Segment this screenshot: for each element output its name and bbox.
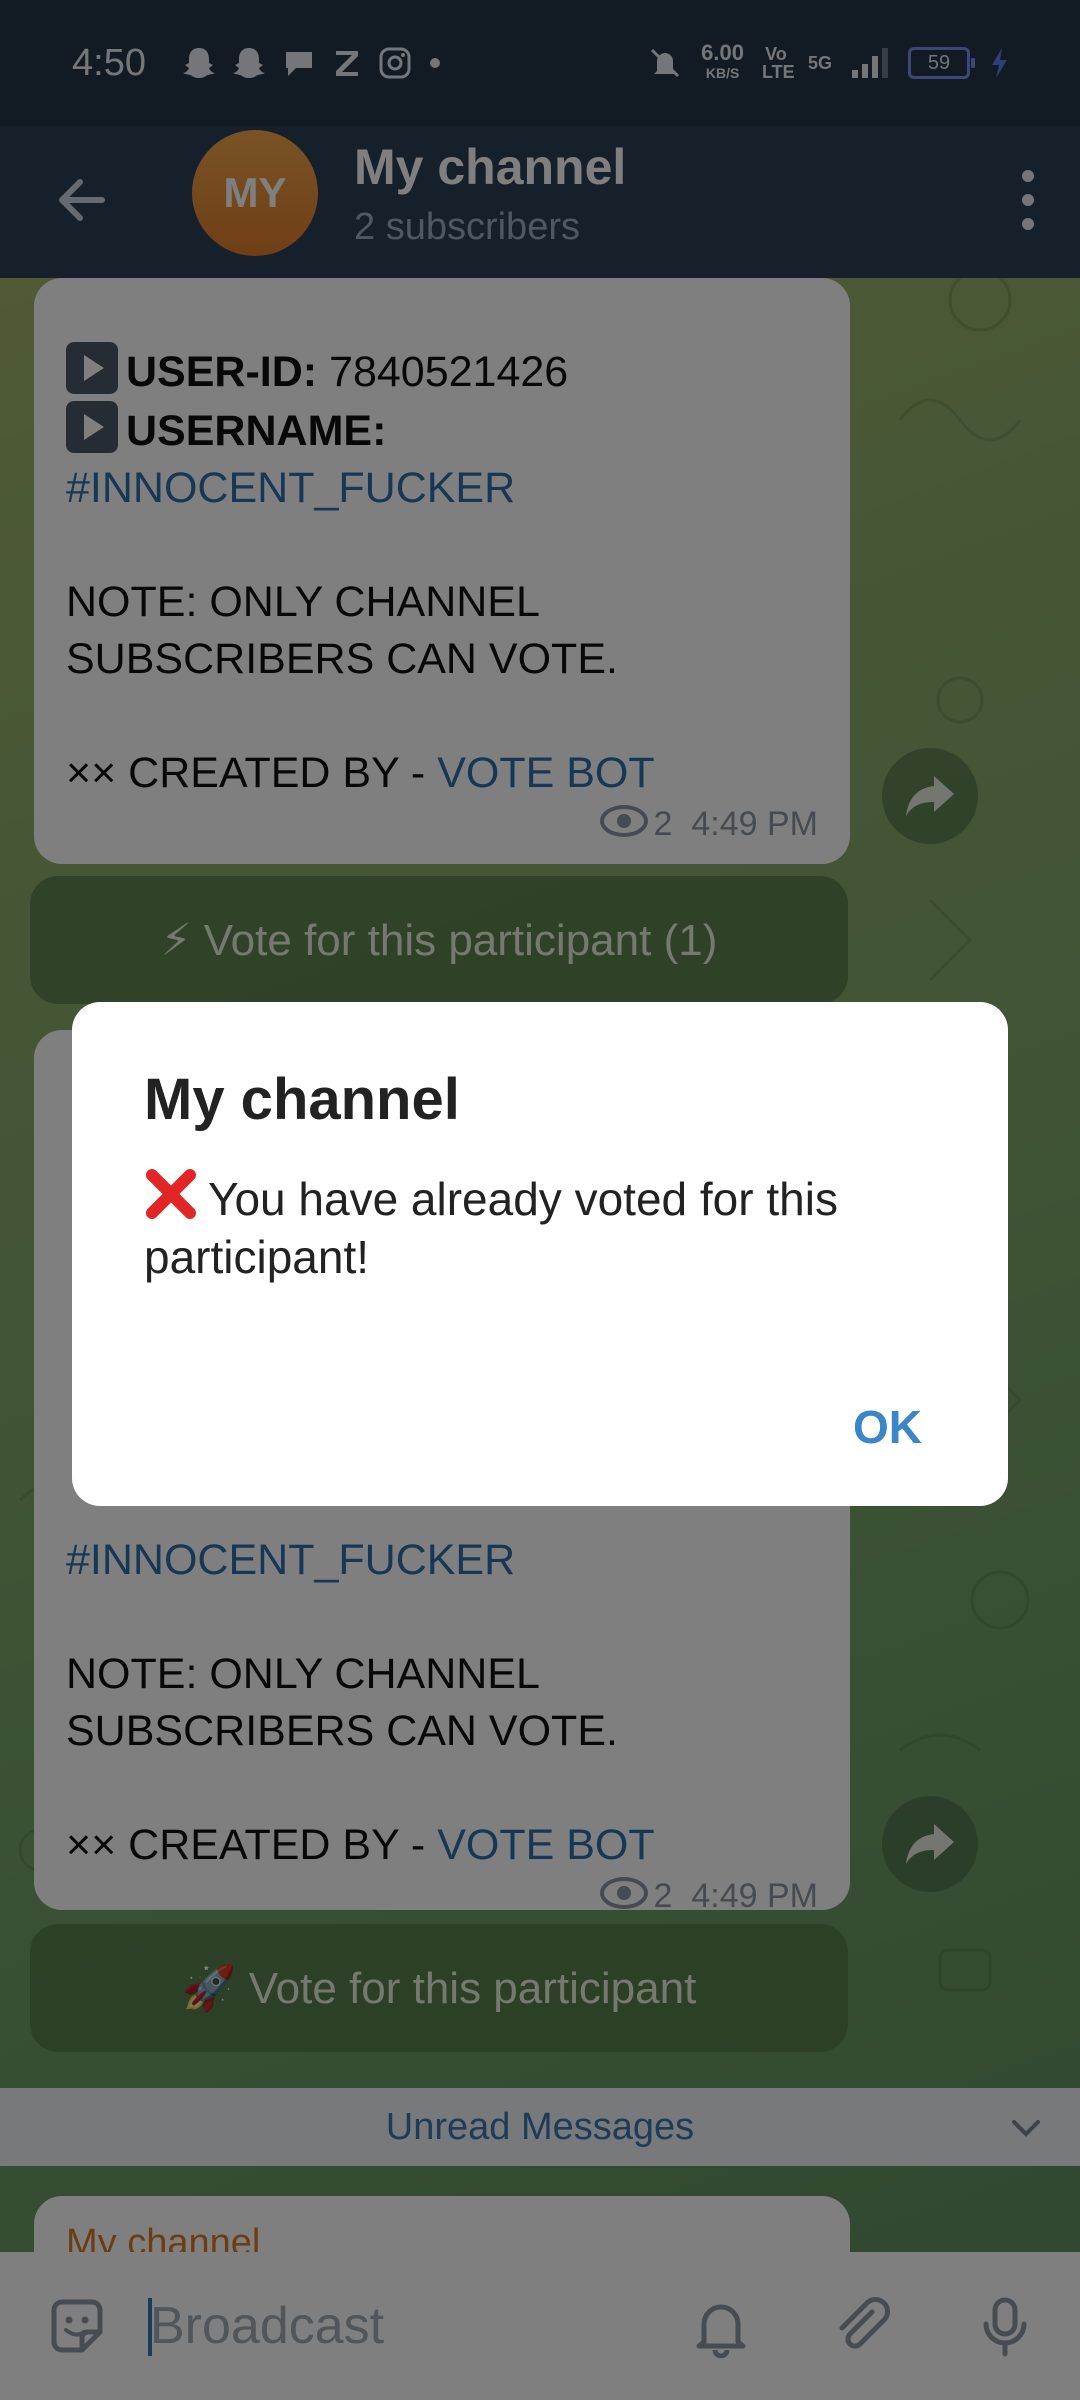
dialog-title: My channel (144, 1067, 460, 1132)
alert-dialog: My channel You have already voted for th… (72, 1002, 1008, 1506)
dialog-message: You have already voted for this particip… (144, 1173, 838, 1283)
ok-button[interactable]: OK (853, 1400, 922, 1454)
red-cross-icon (146, 1169, 196, 1219)
dialog-message-container: You have already voted for this particip… (144, 1167, 904, 1286)
